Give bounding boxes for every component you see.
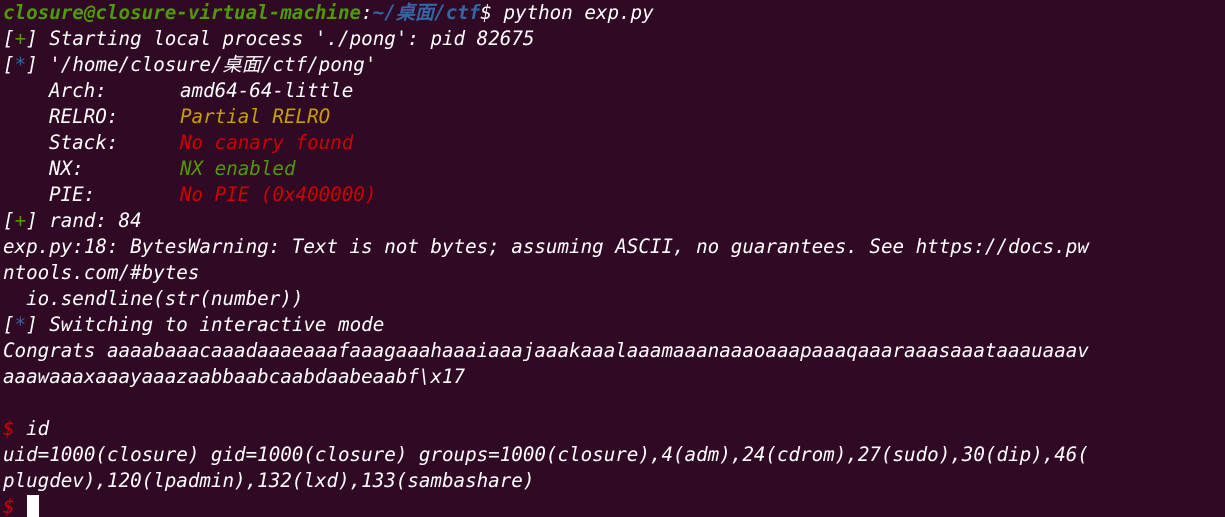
id-output-line-1: uid=1000(closure) gid=1000(closure) grou… [3,443,1089,466]
warning-line-2: ntools.com/#bytes [3,261,200,284]
prompt-line: closure@closure-virtual-machine:~/桌面/ctf… [3,0,1225,26]
output-line-rand: [+] rand: 84 [3,209,142,232]
binary-path-text: '/home/closure/桌面/ctf/pong' [37,53,377,76]
terminal-window[interactable]: closure@closure-virtual-machine:~/桌面/ctf… [0,0,1225,517]
status-plus-marker: + [14,209,27,232]
congrats-line-2: aaawaaaxaaayaaazaabbaabcaabdaabeaabf\x17 [3,365,466,388]
checksec-arch-key: Arch: [49,79,107,102]
checksec-pie: PIE: No PIE (0x400000) [3,182,1225,208]
checksec-pie-value: No PIE (0x400000) [180,183,377,206]
checksec-stack-value: No canary found [180,131,354,154]
checksec-nx: NX: NX enabled [3,156,1225,182]
checksec-arch-value: amd64-64-little [180,79,354,102]
status-plus-marker: + [14,27,27,50]
final-prompt-line[interactable]: $ [3,494,1225,517]
checksec-relro: RELRO: Partial RELRO [3,104,1225,130]
warning-line-3: io.sendline(str(number)) [3,287,304,310]
start-process-text: Starting local process './pong': pid 826… [37,27,535,50]
interactive-text: Switching to interactive mode [37,313,385,336]
congrats-line-1: Congrats aaaabaaacaaadaaaeaaafaaagaaahaa… [3,339,1089,362]
output-line-start-process: [+] Starting local process './pong': pid… [3,27,535,50]
prompt-path: ~/桌面/ctf [372,1,481,24]
shell-dollar: $ [3,417,15,440]
warning-line-1: exp.py:18: BytesWarning: Text is not byt… [3,235,1089,258]
command-text: python exp.py [491,1,654,24]
status-star-marker: * [14,53,27,76]
checksec-pie-key: PIE: [49,183,96,206]
id-command-line: $ id [3,416,1225,442]
rand-text: rand: 84 [37,209,142,232]
checksec-relro-key: RELRO: [49,105,119,128]
prompt-dollar: $ [480,1,492,24]
id-output-line-2: plugdev),120(lpadmin),132(lxd),133(samba… [3,469,535,492]
shell-dollar: $ [3,495,15,517]
checksec-nx-value: NX enabled [180,157,296,180]
output-line-binary-path: [*] '/home/closure/桌面/ctf/pong' [3,53,377,76]
terminal-cursor[interactable] [26,495,39,517]
checksec-arch: Arch: amd64-64-little [3,78,1225,104]
prompt-colon: : [361,1,373,24]
user-host: closure@closure-virtual-machine [3,1,362,24]
checksec-stack: Stack: No canary found [3,130,1225,156]
status-star-marker: * [14,313,27,336]
checksec-relro-value: Partial RELRO [180,105,331,128]
output-line-interactive: [*] Switching to interactive mode [3,313,385,336]
checksec-nx-key: NX: [49,157,84,180]
id-command-text: id [14,417,50,440]
checksec-stack-key: Stack: [49,131,119,154]
